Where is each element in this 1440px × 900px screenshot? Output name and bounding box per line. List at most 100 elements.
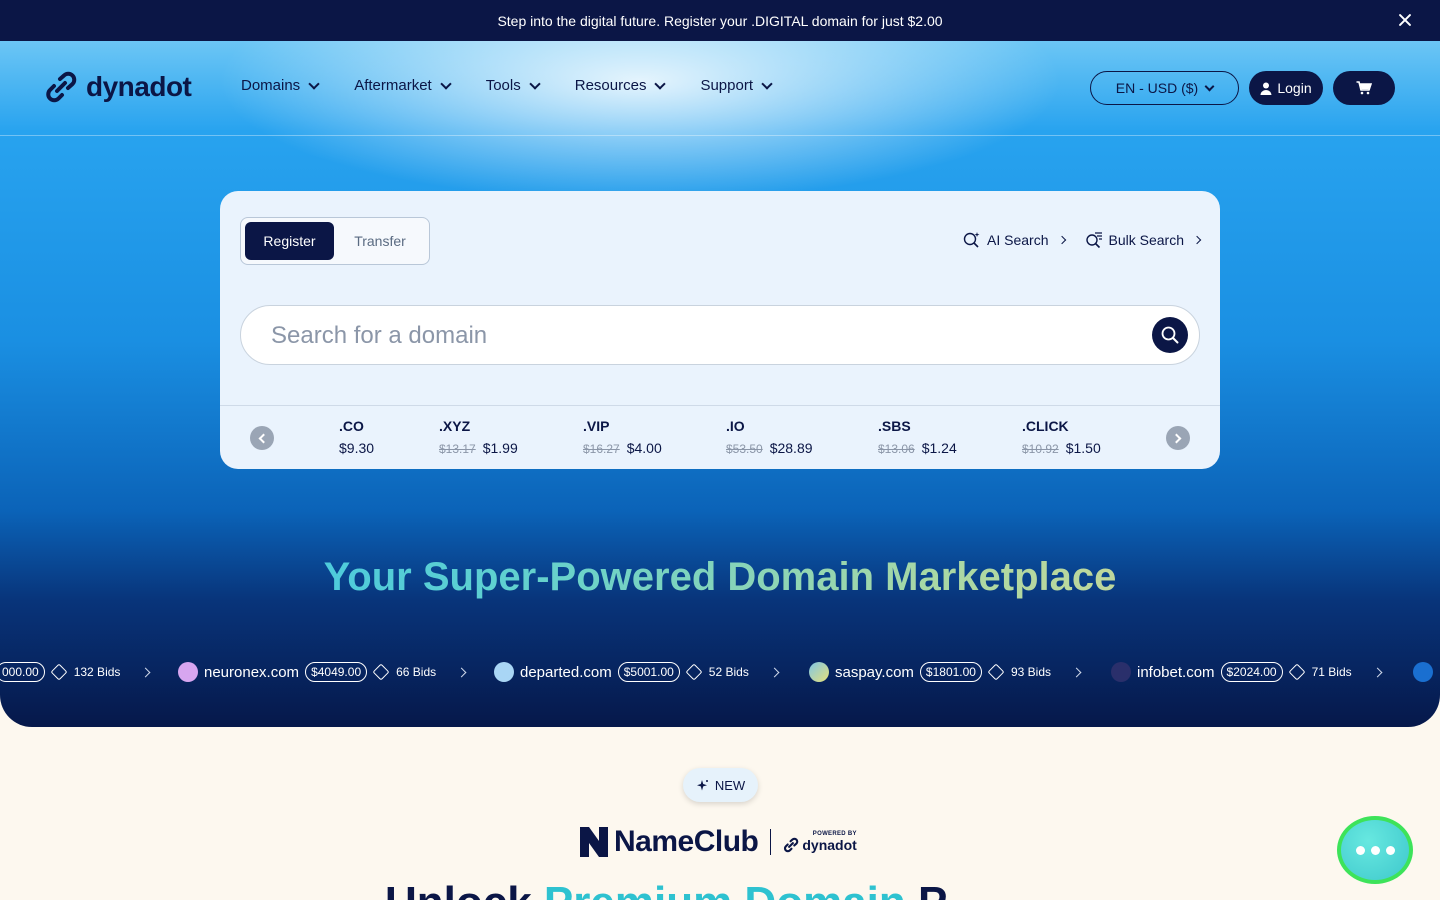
ai-search-icon bbox=[963, 232, 980, 248]
promo-banner: Step into the digital future. Register y… bbox=[0, 0, 1440, 41]
cart-icon bbox=[1356, 81, 1372, 95]
carousel-prev-button[interactable] bbox=[250, 426, 274, 450]
nameclub-logo-icon bbox=[580, 827, 608, 857]
nav-label: Tools bbox=[485, 77, 521, 94]
tld-price: $1.99 bbox=[482, 440, 518, 456]
tld-name: .CO bbox=[339, 418, 364, 434]
search-links: AI Search Bulk Search bbox=[963, 231, 1202, 249]
nav-aftermarket[interactable]: Aftermarket bbox=[354, 77, 452, 94]
tag-icon bbox=[1288, 663, 1306, 681]
domain-avatar-icon bbox=[1111, 662, 1131, 682]
headline-start: Unlock bbox=[385, 878, 544, 900]
auction-item[interactable]: infobet.com $2024.00 71 Bids bbox=[1111, 655, 1383, 689]
domain-search-card: Register Transfer AI Search Bulk Search … bbox=[220, 191, 1220, 469]
nav-resources[interactable]: Resources bbox=[574, 77, 667, 94]
sparkle-icon bbox=[696, 779, 708, 790]
nameclub-brand[interactable]: NameClub POWERED BY dynadot bbox=[580, 825, 857, 859]
carousel-next-button[interactable] bbox=[1166, 426, 1190, 450]
tld-item[interactable]: .CO $9.30 bbox=[339, 418, 374, 456]
logo[interactable]: dynadot bbox=[44, 70, 192, 104]
ai-search-link[interactable]: AI Search bbox=[963, 231, 1066, 249]
auction-domain: departed.com bbox=[520, 663, 612, 681]
powered-by-brand: dynadot bbox=[783, 837, 857, 853]
domain-avatar-icon bbox=[1413, 662, 1433, 682]
tld-old-price: $16.27 bbox=[583, 442, 620, 456]
tld-item[interactable]: .CLICK $10.92 $1.50 bbox=[1022, 418, 1101, 456]
login-label: Login bbox=[1277, 80, 1312, 96]
bulk-search-link[interactable]: Bulk Search bbox=[1085, 231, 1202, 249]
tld-item[interactable]: .SBS $13.06 $1.24 bbox=[878, 418, 957, 456]
cart-button[interactable] bbox=[1333, 71, 1395, 105]
domain-avatar-icon bbox=[494, 662, 514, 682]
search-button[interactable] bbox=[1152, 317, 1188, 353]
chevron-down-icon bbox=[440, 77, 452, 90]
nav-domains[interactable]: Domains bbox=[241, 77, 320, 94]
user-icon bbox=[1260, 82, 1272, 95]
tld-name: .SBS bbox=[878, 418, 911, 434]
tab-register[interactable]: Register bbox=[245, 222, 334, 260]
nameclub-text: NameClub bbox=[614, 825, 759, 858]
auction-item[interactable]: 000.00 132 Bids bbox=[0, 655, 151, 689]
tld-old-price: $13.17 bbox=[439, 442, 476, 456]
tld-price: $28.89 bbox=[769, 440, 813, 456]
tld-item[interactable]: .IO $53.50 $28.89 bbox=[726, 418, 813, 456]
auction-item[interactable]: saspay.com $1801.00 93 Bids bbox=[809, 655, 1082, 689]
search-input[interactable] bbox=[271, 318, 1131, 354]
dynadot-logo-icon bbox=[46, 71, 77, 103]
bulk-search-icon bbox=[1085, 232, 1102, 249]
auction-price: $5001.00 bbox=[617, 662, 680, 682]
tab-transfer[interactable]: Transfer bbox=[339, 222, 421, 260]
bulk-search-label: Bulk Search bbox=[1108, 232, 1184, 248]
tag-icon bbox=[372, 663, 390, 681]
domain-avatar-icon bbox=[809, 662, 829, 682]
chevron-down-icon bbox=[761, 77, 773, 90]
chevron-right-icon bbox=[1372, 667, 1383, 677]
nav-tools[interactable]: Tools bbox=[485, 77, 541, 94]
nav-label: Domains bbox=[241, 77, 301, 94]
tld-old-price: $53.50 bbox=[726, 442, 763, 456]
new-badge-label: NEW bbox=[714, 777, 746, 793]
tag-icon bbox=[685, 663, 703, 681]
nav-support[interactable]: Support bbox=[700, 77, 773, 94]
nav-label: Resources bbox=[574, 77, 647, 94]
chat-dot bbox=[1355, 845, 1365, 855]
auction-item[interactable] bbox=[1413, 655, 1439, 689]
auction-item[interactable]: departed.com $5001.00 52 Bids bbox=[494, 655, 780, 689]
login-button[interactable]: Login bbox=[1249, 71, 1323, 105]
auction-bids: 132 Bids bbox=[73, 665, 121, 679]
nav-label: Support bbox=[700, 77, 753, 94]
tld-old-price: $13.06 bbox=[878, 442, 915, 456]
new-badge: NEW bbox=[683, 768, 758, 802]
auction-domain: saspay.com bbox=[835, 663, 914, 681]
domain-avatar-icon bbox=[178, 662, 198, 682]
auction-bids: 71 Bids bbox=[1311, 665, 1352, 679]
tld-price: $9.30 bbox=[339, 440, 375, 456]
site-header: dynadot Domains Aftermarket Tools Resour… bbox=[0, 41, 1440, 136]
close-icon[interactable] bbox=[1396, 11, 1414, 29]
chat-dot bbox=[1370, 845, 1380, 855]
chevron-down-icon bbox=[529, 77, 541, 90]
headline-highlight: Premium Domain bbox=[544, 878, 906, 900]
tld-name: .XYZ bbox=[439, 418, 471, 434]
chevron-right-icon bbox=[456, 667, 467, 677]
chat-button[interactable] bbox=[1337, 816, 1413, 884]
chevron-down-icon bbox=[1204, 81, 1215, 91]
auction-item[interactable]: neuronex.com $4049.00 66 Bids bbox=[178, 655, 467, 689]
tld-price: $4.00 bbox=[626, 440, 662, 456]
register-transfer-toggle: Register Transfer bbox=[240, 217, 430, 265]
auction-price: $2024.00 bbox=[1220, 662, 1283, 682]
language-currency-selector[interactable]: EN - USD ($) bbox=[1090, 71, 1239, 105]
chevron-left-icon bbox=[258, 433, 269, 443]
chevron-right-icon bbox=[1192, 235, 1202, 245]
tld-item[interactable]: .VIP $16.27 $4.00 bbox=[583, 418, 662, 456]
tld-name: .VIP bbox=[583, 418, 610, 434]
hero-headline: Your Super-Powered Domain Marketplace bbox=[0, 555, 1440, 600]
tld-item[interactable]: .XYZ $13.17 $1.99 bbox=[439, 418, 518, 456]
chevron-right-icon bbox=[769, 667, 780, 677]
powered-by-brand-text: dynadot bbox=[802, 837, 857, 853]
chevron-right-icon bbox=[140, 667, 151, 677]
headline-end: P bbox=[906, 878, 947, 900]
chevron-down-icon bbox=[308, 77, 320, 90]
auction-price: $1801.00 bbox=[919, 662, 982, 682]
auction-price: $4049.00 bbox=[305, 662, 368, 682]
